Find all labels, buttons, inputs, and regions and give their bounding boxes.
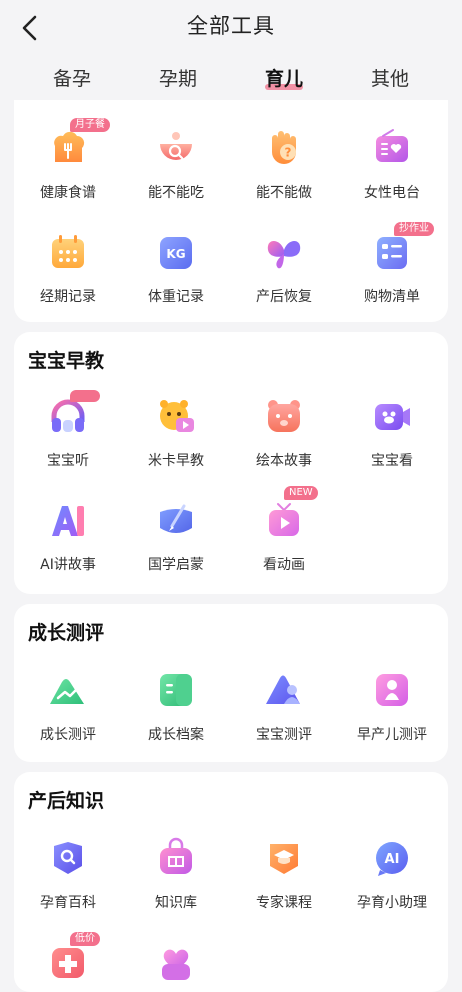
badge-low-price: 低价 [70, 932, 100, 946]
tool-growth-archive[interactable]: 成长档案 [122, 668, 230, 744]
page-title: 全部工具 [187, 14, 275, 38]
butterfly-icon [262, 230, 306, 274]
heart-bag-icon [154, 940, 198, 984]
headphones-icon [46, 390, 100, 438]
tools-card-general: 月子餐 健康食谱 能不能吃 ? 能不能做 女性电台 经期记录 KG 体重记录 产… [14, 84, 448, 322]
tool-label: 能不能吃 [148, 185, 204, 201]
medical-kit-icon: 低价 [46, 932, 100, 984]
tv-play-icon: NEW [262, 486, 318, 542]
tool-label: 购物清单 [364, 289, 420, 305]
archive-folder-icon [154, 668, 198, 712]
tool-mika-education[interactable]: 米卡早教 [122, 394, 230, 470]
tools-card-growth-assessment: 成长测评 成长测评 成长档案 宝宝测评 早产儿测评 [14, 604, 448, 762]
tool-label: 知识库 [155, 895, 197, 911]
section-title: 产后知识 [28, 790, 105, 812]
tool-can-eat[interactable]: 能不能吃 [122, 126, 230, 202]
tab-prepare[interactable]: 备孕 [32, 64, 112, 91]
tool-baby-listen[interactable]: 宝宝听 [14, 390, 122, 470]
growth-chart-icon [46, 668, 90, 712]
tools-card-postpartum-knowledge: 产后知识 孕育百科 知识库 专家课程 AI 孕育小助理 低价 [14, 772, 448, 992]
section-title: 宝宝早教 [28, 350, 105, 372]
ai-letters-icon [46, 498, 90, 542]
food-bowl-search-icon [154, 126, 198, 170]
scale-kg-icon: KG [154, 230, 198, 274]
tool-label: 宝宝听 [47, 453, 89, 469]
badge-confinement-meal: 月子餐 [70, 118, 110, 132]
tool-pregnancy-assistant[interactable]: AI 孕育小助理 [338, 836, 446, 912]
bear-book-icon [262, 394, 306, 438]
tab-parenting[interactable]: 育儿 [244, 64, 324, 91]
tool-knowledge-base[interactable]: 知识库 [122, 836, 230, 912]
tool-label: 产后恢复 [256, 289, 312, 305]
tool-label: 米卡早教 [148, 453, 204, 469]
baby-triangle-icon [262, 668, 306, 712]
ai-assistant-icon: AI [370, 836, 414, 880]
checklist-icon: 抄作业 [370, 222, 434, 274]
video-camera-icon [370, 394, 414, 438]
tool-label: 早产儿测评 [357, 727, 427, 743]
svg-text:KG: KG [166, 247, 185, 261]
graduation-cap-icon [262, 836, 306, 880]
tool-healthy-recipes[interactable]: 月子餐 健康食谱 [14, 118, 122, 202]
section-title: 成长测评 [28, 622, 105, 644]
tool-chinese-classics[interactable]: 国学启蒙 [122, 498, 230, 574]
tool-heart-bag[interactable] [122, 940, 230, 984]
tool-growth-assessment[interactable]: 成长测评 [14, 668, 122, 744]
tool-label: 体重记录 [148, 289, 204, 305]
svg-text:?: ? [285, 146, 292, 160]
tool-medical-kit[interactable]: 低价 [14, 932, 122, 984]
tool-baby-watch[interactable]: 宝宝看 [338, 394, 446, 470]
svg-text:AI: AI [385, 852, 400, 867]
badge-new: NEW [284, 486, 318, 500]
tool-label: 绘本故事 [256, 453, 312, 469]
tool-baby-assessment[interactable]: 宝宝测评 [230, 668, 338, 744]
tools-card-early-education: 宝宝早教 宝宝听 米卡早教 绘本故事 宝宝看 AI讲故事 国学启蒙 NEW 看动… [14, 332, 448, 594]
tool-label: AI讲故事 [40, 557, 96, 573]
tool-label: 能不能做 [256, 185, 312, 201]
tool-label: 宝宝测评 [256, 727, 312, 743]
tool-label: 专家课程 [256, 895, 312, 911]
hand-question-icon: ? [262, 126, 306, 170]
encyclopedia-search-icon [46, 836, 90, 880]
tool-label: 看动画 [263, 557, 305, 573]
calendar-icon [46, 230, 90, 274]
badge-blank [70, 390, 100, 402]
tool-shopping-list[interactable]: 抄作业 购物清单 [338, 222, 446, 306]
tool-label: 经期记录 [40, 289, 96, 305]
tool-women-radio[interactable]: 女性电台 [338, 126, 446, 202]
category-tabs: 备孕 孕期 育儿 其他 [0, 64, 462, 94]
tool-label: 成长档案 [148, 727, 204, 743]
tool-label: 健康食谱 [40, 185, 96, 201]
chef-hat-icon: 月子餐 [46, 118, 110, 170]
tool-label: 孕育小助理 [357, 895, 427, 911]
tool-label: 国学启蒙 [148, 557, 204, 573]
tool-can-do[interactable]: ? 能不能做 [230, 126, 338, 202]
tab-other[interactable]: 其他 [350, 64, 430, 91]
tool-premature-assessment[interactable]: 早产儿测评 [338, 668, 446, 744]
top-bar: 全部工具 备孕 孕期 育儿 其他 [0, 0, 462, 100]
tool-picture-book[interactable]: 绘本故事 [230, 394, 338, 470]
tool-pregnancy-encyclopedia[interactable]: 孕育百科 [14, 836, 122, 912]
tool-ai-story[interactable]: AI讲故事 [14, 498, 122, 574]
tool-weight-log[interactable]: KG 体重记录 [122, 230, 230, 306]
book-bag-icon [154, 836, 198, 880]
tool-postpartum-recovery[interactable]: 产后恢复 [230, 230, 338, 306]
bear-video-icon [154, 394, 198, 438]
badge-copy-homework: 抄作业 [394, 222, 434, 236]
tool-label: 成长测评 [40, 727, 96, 743]
tool-expert-course[interactable]: 专家课程 [230, 836, 338, 912]
premature-baby-icon [370, 668, 414, 712]
radio-heart-icon [370, 126, 414, 170]
tool-period-log[interactable]: 经期记录 [14, 230, 122, 306]
tool-label: 宝宝看 [371, 453, 413, 469]
scroll-brush-icon [154, 498, 198, 542]
tool-watch-cartoon[interactable]: NEW 看动画 [230, 486, 338, 574]
tab-pregnancy[interactable]: 孕期 [138, 64, 218, 91]
tool-label: 孕育百科 [40, 895, 96, 911]
tool-label: 女性电台 [364, 185, 420, 201]
